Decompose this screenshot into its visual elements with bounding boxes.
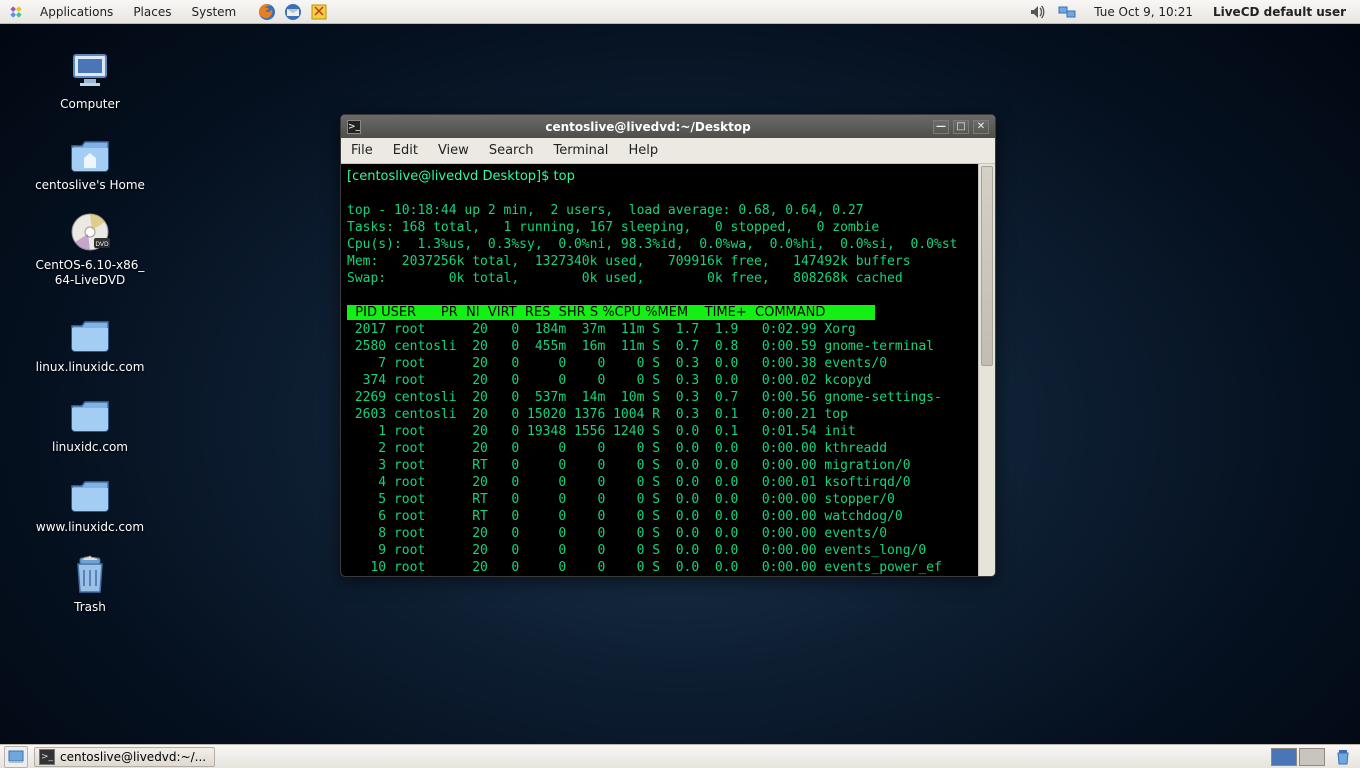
desktop-icon-dvd[interactable]: DVD CentOS-6.10-x86_64-LiveDVD [25, 208, 155, 288]
menu-terminal[interactable]: Terminal [543, 138, 618, 163]
desktop-icon-label: CentOS-6.10-x86_64-LiveDVD [36, 258, 145, 288]
taskbar-entry-terminal[interactable]: >_ centoslive@livedvd:~/... [34, 747, 215, 767]
menu-search[interactable]: Search [479, 138, 544, 163]
menu-file[interactable]: File [341, 138, 383, 163]
minimize-button[interactable]: — [933, 120, 949, 134]
user-menu[interactable]: LiveCD default user [1205, 5, 1360, 19]
network-icon[interactable] [1056, 1, 1078, 23]
show-desktop-button[interactable] [4, 746, 28, 768]
menu-edit[interactable]: Edit [383, 138, 428, 163]
top-panel: Applications Places System Tue Oct 9, 10… [0, 0, 1360, 24]
maximize-button[interactable]: □ [953, 120, 969, 134]
trash-applet[interactable] [1332, 746, 1354, 768]
folder-icon [66, 310, 114, 358]
folder-icon [66, 390, 114, 438]
desktop-icon-label: Trash [74, 600, 106, 615]
desktop-icon-label: Computer [60, 97, 120, 112]
computer-icon [66, 47, 114, 95]
desktop-icon-folder1[interactable]: linux.linuxidc.com [25, 310, 155, 375]
window-menubar: File Edit View Search Terminal Help [341, 138, 995, 164]
menu-applications[interactable]: Applications [30, 0, 123, 23]
desktop-icon-label: linuxidc.com [52, 440, 128, 455]
terminal-icon: >_ [347, 120, 361, 134]
folder-icon [66, 470, 114, 518]
home-icon [66, 128, 114, 176]
workspace-2[interactable] [1299, 748, 1325, 766]
desktop-icon-computer[interactable]: Computer [25, 47, 155, 112]
distro-icon [5, 1, 27, 23]
terminal-content[interactable]: [centoslive@livedvd Desktop]$ top top - … [341, 164, 978, 576]
desktop-icon-label: linux.linuxidc.com [36, 360, 145, 375]
close-button[interactable]: ✕ [973, 120, 989, 134]
desktop-icon-home[interactable]: centoslive's Home [25, 128, 155, 193]
bottom-panel: >_ centoslive@livedvd:~/... [0, 744, 1360, 768]
launcher-firefox[interactable] [256, 1, 278, 23]
terminal-icon: >_ [39, 749, 55, 765]
menu-places[interactable]: Places [123, 0, 181, 23]
svg-text:DVD: DVD [95, 241, 109, 248]
launcher-notes[interactable] [308, 1, 330, 23]
clock[interactable]: Tue Oct 9, 10:21 [1082, 5, 1205, 19]
terminal-window: >_ centoslive@livedvd:~/Desktop — □ ✕ Fi… [340, 114, 996, 577]
scrollbar-thumb[interactable] [981, 166, 993, 366]
desktop-icon-label: centoslive's Home [35, 178, 145, 193]
scrollbar[interactable] [978, 164, 995, 576]
desktop-icon-trash[interactable]: Trash [25, 550, 155, 615]
menu-view[interactable]: View [428, 138, 479, 163]
menu-help[interactable]: Help [618, 138, 668, 163]
volume-icon[interactable] [1026, 1, 1048, 23]
titlebar[interactable]: >_ centoslive@livedvd:~/Desktop — □ ✕ [341, 115, 995, 138]
launcher-thunderbird[interactable] [282, 1, 304, 23]
dvd-icon: DVD [66, 208, 114, 256]
workspace-switcher[interactable] [1270, 748, 1326, 766]
taskbar-entry-label: centoslive@livedvd:~/... [60, 750, 206, 764]
menu-system[interactable]: System [181, 0, 246, 23]
desktop-icon-folder3[interactable]: www.linuxidc.com [25, 470, 155, 535]
desktop-icon-label: www.linuxidc.com [36, 520, 144, 535]
window-title: centoslive@livedvd:~/Desktop [367, 120, 929, 134]
trash-icon [66, 550, 114, 598]
desktop-icon-folder2[interactable]: linuxidc.com [25, 390, 155, 455]
workspace-1[interactable] [1271, 748, 1297, 766]
